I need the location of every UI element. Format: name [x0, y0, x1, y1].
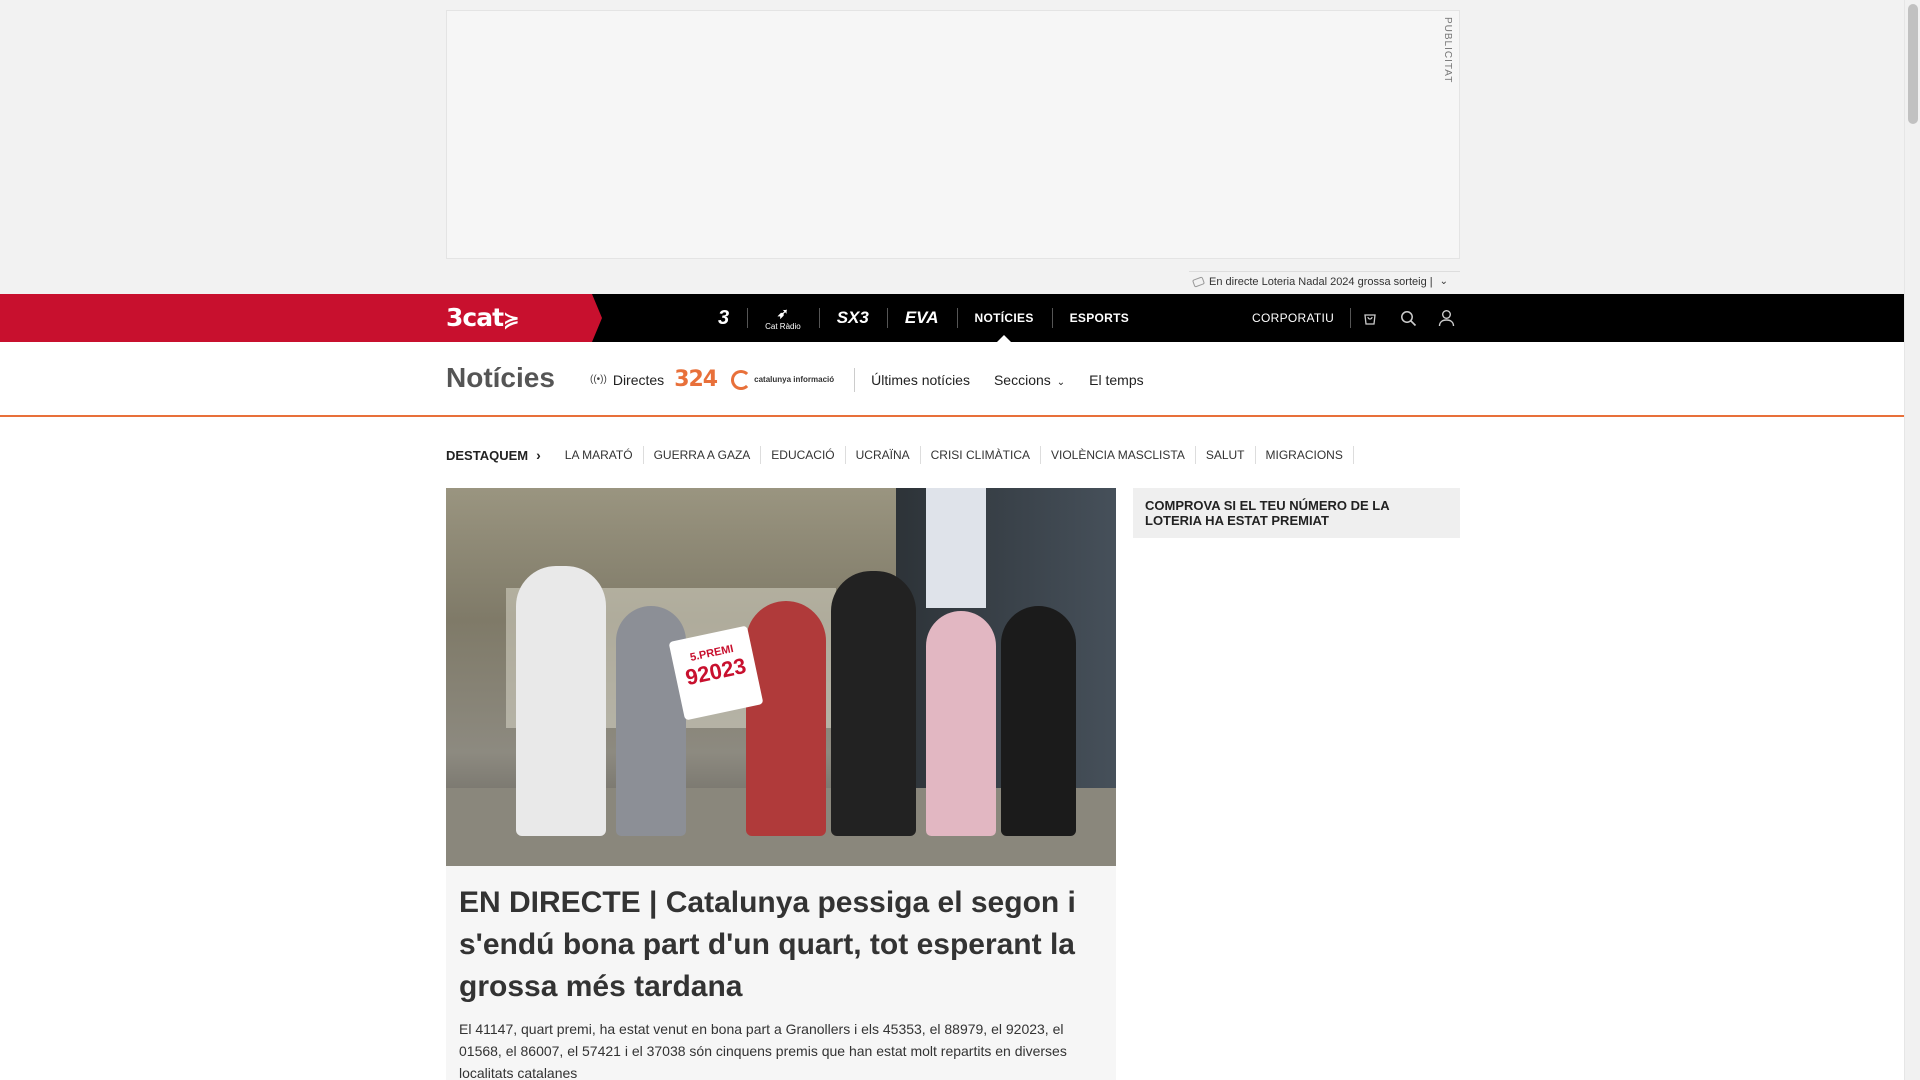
ultimes-noticies-link[interactable]: Últimes notícies: [871, 372, 970, 388]
highlight-item[interactable]: LA MARATÓ: [555, 446, 644, 464]
person-figure: [1001, 606, 1076, 836]
corporatiu-link[interactable]: CORPORATIU: [1240, 308, 1352, 328]
topbar-tools: CORPORATIU: [1240, 294, 1465, 342]
highlight-item[interactable]: VIOLÈNCIA MASCLISTA: [1041, 446, 1196, 464]
search-icon[interactable]: [1389, 294, 1427, 342]
article-image[interactable]: 5.PREMI 92023: [446, 488, 1116, 866]
highlights-bar: DESTAQUEM › LA MARATÓ GUERRA A GAZA EDUC…: [446, 446, 1354, 464]
channel-noticies[interactable]: NOTÍCIES: [956, 294, 1052, 342]
channel-esports-label: ESPORTS: [1069, 311, 1130, 325]
channel-nav: 3 ➶ Cat Ràdio SX3 EVA NOTÍCIES ESPORTS: [700, 294, 1147, 342]
el-temps-link[interactable]: El temps: [1089, 372, 1143, 388]
el-temps-label: El temps: [1089, 371, 1144, 388]
logo-ci-text: catalunya informació: [754, 374, 835, 384]
seccions-label: Seccions: [993, 371, 1051, 388]
section-title[interactable]: Notícies: [446, 362, 555, 394]
global-topbar: 3cat≽ 3 ➶ Cat Ràdio SX3 EVA NOTÍCIES ESP…: [0, 294, 1904, 342]
channel-tv3[interactable]: 3: [700, 294, 747, 342]
person-figure: [926, 611, 996, 836]
lead-article[interactable]: 5.PREMI 92023 EN DIRECTE | Catalunya pes…: [446, 488, 1116, 1080]
chevron-right-icon: ›: [536, 447, 541, 463]
ticker-text: En directe Loteria Nadal 2024 grossa sor…: [1209, 275, 1433, 288]
chevron-down-icon[interactable]: ⌄: [1440, 276, 1448, 287]
live-ticker[interactable]: En directe Loteria Nadal 2024 grossa sor…: [1189, 271, 1460, 291]
ad-banner[interactable]: PUBLICITAT: [446, 10, 1460, 259]
ad-zone: PUBLICITAT En directe Loteria Nadal 2024…: [0, 0, 1904, 294]
channel-sx3[interactable]: SX3: [818, 294, 887, 342]
user-icon[interactable]: [1427, 294, 1465, 342]
highlight-item[interactable]: EDUCACIÓ: [761, 446, 846, 464]
logo-catalunya-informacio[interactable]: catalunya informació: [731, 369, 835, 390]
article-lead: El 41147, quart premi, ha estat venut en…: [459, 1021, 1067, 1080]
channel-tv3-logo: 3: [718, 306, 730, 329]
person-figure: [746, 601, 826, 836]
highlight-item[interactable]: MIGRACIONS: [1256, 446, 1354, 464]
ultimes-noticies-label: Últimes notícies: [871, 371, 970, 388]
section-nav: ((•)) Directes 324 catalunya informació …: [590, 342, 1168, 417]
nav-divider: [854, 367, 856, 392]
article-title[interactable]: EN DIRECTE | Catalunya pessiga el segon …: [459, 882, 1104, 1008]
lottery-shop-sign: [926, 488, 986, 608]
highlight-item[interactable]: SALUT: [1196, 446, 1256, 464]
logo-324[interactable]: 324: [674, 367, 718, 392]
channel-eva[interactable]: EVA: [886, 294, 957, 342]
brand-arrow-icon: ≽: [503, 307, 520, 331]
shop-bag-icon[interactable]: [1351, 294, 1389, 342]
directes-label: Directes: [612, 371, 665, 388]
brand-logo-text: 3cat: [446, 303, 504, 332]
live-broadcast-icon: ((•)): [590, 374, 607, 385]
chevron-down-icon: ⌄: [1056, 376, 1066, 388]
tag-icon: [1191, 275, 1206, 288]
corporatiu-label: CORPORATIU: [1252, 311, 1335, 325]
page-scrollbar[interactable]: [1904, 0, 1920, 1080]
channel-eva-logo: EVA: [904, 308, 939, 327]
destaquem-title[interactable]: DESTAQUEM ›: [446, 447, 541, 463]
highlight-item[interactable]: UCRAÏNA: [846, 446, 921, 464]
person-figure: [831, 571, 916, 836]
channel-noticies-label: NOTÍCIES: [974, 311, 1034, 325]
channel-esports[interactable]: ESPORTS: [1051, 294, 1147, 342]
person-figure: [516, 566, 606, 836]
seccions-dropdown[interactable]: Seccions ⌄: [994, 372, 1065, 388]
highlight-item[interactable]: CRISI CLIMÀTICA: [921, 446, 1041, 464]
article-body: EN DIRECTE | Catalunya pessiga el segon …: [446, 866, 1116, 1080]
brand-logo[interactable]: 3cat≽: [446, 303, 520, 332]
ad-label: PUBLICITAT: [1442, 17, 1453, 84]
channel-sx3-logo: SX3: [836, 308, 869, 327]
destaquem-label: DESTAQUEM: [446, 447, 529, 463]
channel-catradio[interactable]: ➶ Cat Ràdio: [747, 294, 819, 342]
directes-link[interactable]: ((•)) Directes: [590, 372, 664, 388]
catalunya-informacio-icon: [731, 369, 752, 390]
logo-324-text: 324: [674, 367, 718, 392]
channel-catradio-label: Cat Ràdio: [765, 322, 801, 331]
scrollbar-thumb[interactable]: [1908, 4, 1918, 124]
highlight-item[interactable]: GUERRA A GAZA: [644, 446, 762, 464]
prize-sign: 5.PREMI 92023: [668, 625, 764, 721]
check-lottery-button[interactable]: COMPROVA SI EL TEU NÚMERO DE LA LOTERIA …: [1133, 488, 1460, 538]
section-header: Notícies ((•)) Directes 324 catalunya in…: [0, 342, 1904, 417]
catradio-wing-icon: ➶: [777, 305, 789, 321]
